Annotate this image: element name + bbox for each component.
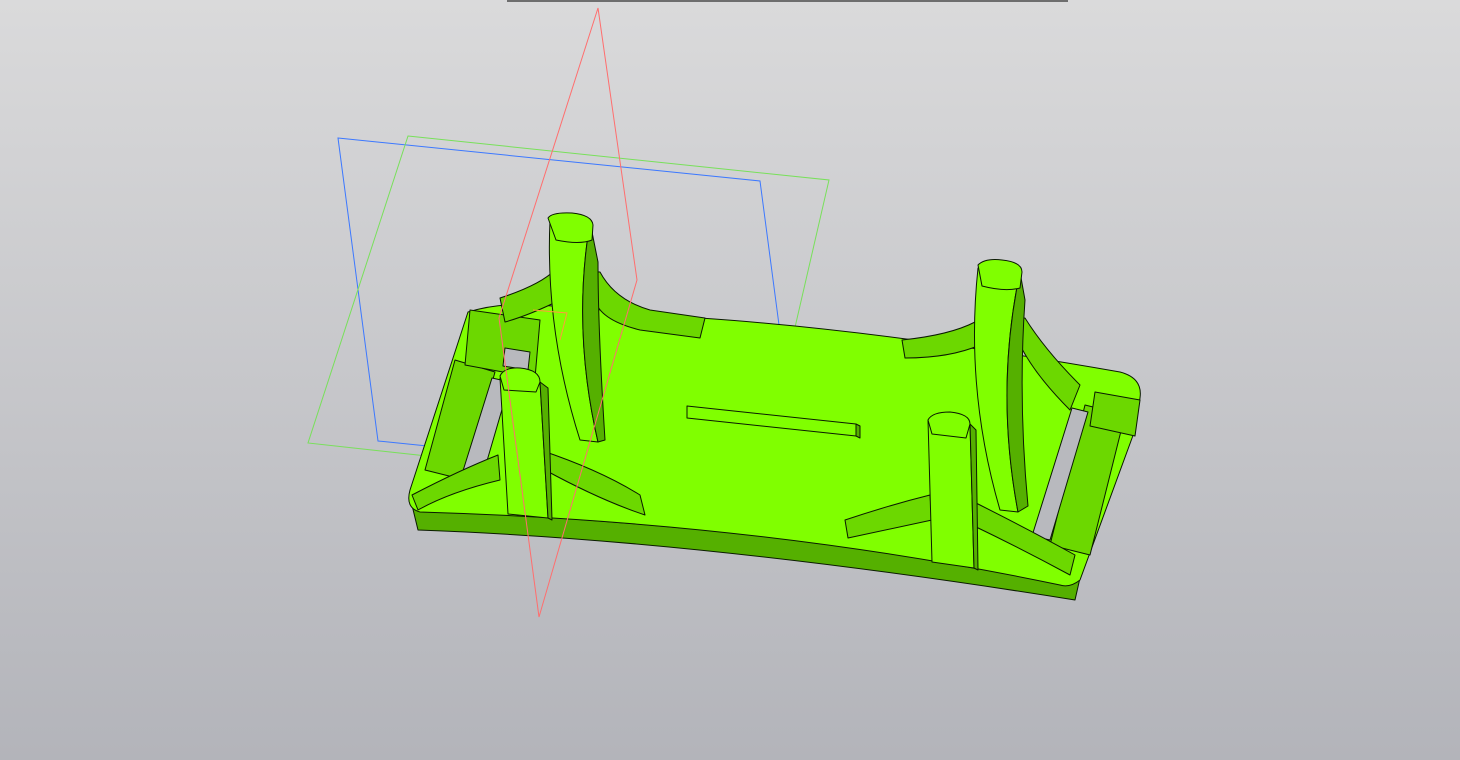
center-rib-side xyxy=(855,423,861,439)
left-tab-hole xyxy=(502,347,531,371)
3d-bracket-model[interactable] xyxy=(408,212,1141,601)
scene[interactable] xyxy=(0,0,1460,760)
3d-viewport[interactable] xyxy=(0,0,1460,760)
rear-right-post-top xyxy=(977,259,1023,291)
front-right-post xyxy=(927,419,975,569)
front-right-post-top xyxy=(927,411,971,439)
